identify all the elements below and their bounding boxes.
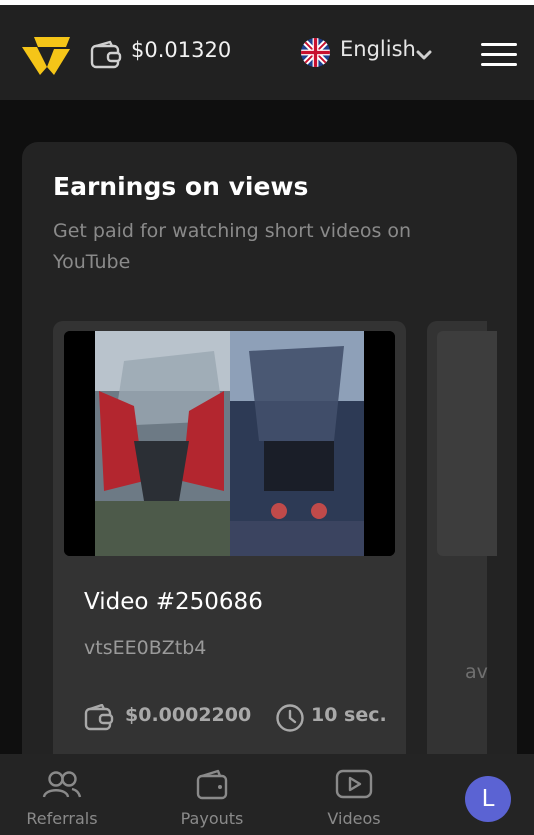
earnings-card: Earnings on views Get paid for watching … (22, 142, 517, 835)
nav-label: Videos (327, 809, 381, 828)
nav-label: Payouts (180, 809, 244, 828)
chevron-down-icon[interactable] (416, 49, 432, 61)
video-card-peek-text: av (465, 661, 488, 683)
section-subtitle: Get paid for watching short videos on Yo… (53, 220, 412, 273)
play-icon (335, 769, 373, 799)
wallet-icon (196, 769, 228, 800)
video-thumbnail[interactable] (437, 331, 497, 556)
video-thumbnail[interactable] (64, 331, 395, 556)
nav-item-videos[interactable]: Videos (310, 754, 398, 835)
clock-icon (276, 704, 304, 732)
wallet-icon[interactable] (90, 40, 122, 70)
section-title: Earnings on views (53, 172, 309, 201)
video-card[interactable]: Video #250686 vtsEE0BZtb4 $0.0002200 10 … (53, 321, 406, 781)
nav-item-payouts[interactable]: Payouts (168, 754, 256, 835)
video-duration: 10 sec. (311, 704, 387, 726)
video-card-next[interactable]: av (427, 321, 497, 781)
video-title: Video #250686 (84, 589, 263, 615)
logo-icon[interactable] (20, 33, 72, 77)
video-id: vtsEE0BZtb4 (84, 637, 207, 659)
bottom-navigation: Referrals Payouts Videos L (0, 754, 534, 835)
nav-item-referrals[interactable]: Referrals (18, 754, 106, 835)
video-reward: $0.0002200 (125, 704, 252, 726)
language-selector[interactable]: English (340, 37, 416, 61)
app-header: $0.01320 English (0, 5, 534, 100)
wallet-icon (84, 704, 114, 731)
referrals-icon (42, 771, 82, 798)
balance-amount: $0.01320 (131, 38, 232, 62)
avatar[interactable]: L (465, 776, 511, 822)
uk-flag-icon[interactable] (301, 38, 330, 67)
hamburger-menu-icon[interactable] (481, 43, 517, 67)
nav-label: Referrals (26, 809, 98, 828)
